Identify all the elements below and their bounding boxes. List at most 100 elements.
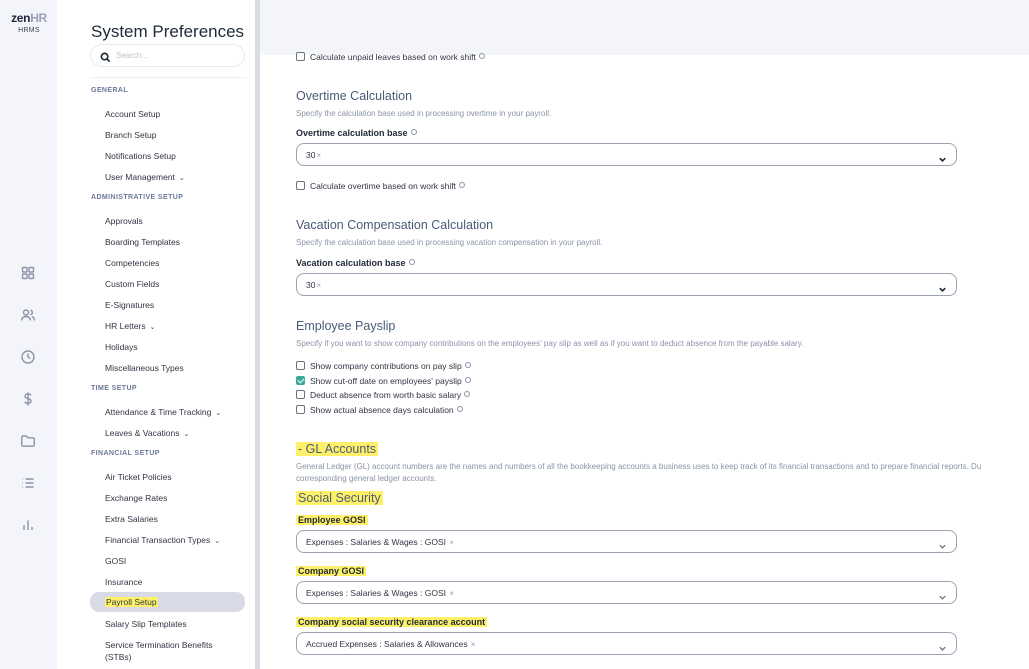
vacation-base-select[interactable]: 30× — [296, 273, 957, 296]
sidebar-item-gosi[interactable]: GOSI — [105, 556, 126, 566]
info-icon[interactable] — [456, 406, 463, 412]
gl-accounts-desc-line2: corresponding general ledger accounts. — [296, 474, 437, 483]
selected-tag-text: Expenses : Salaries & Wages : GOSI — [306, 588, 446, 598]
info-icon[interactable] — [408, 259, 415, 265]
checkbox-checked-box[interactable] — [296, 376, 305, 385]
remove-tag-icon[interactable]: × — [447, 538, 454, 547]
folder-icon[interactable] — [20, 433, 36, 449]
info-icon[interactable] — [464, 391, 471, 397]
employee-gosi-select[interactable]: Expenses : Salaries & Wages : GOSI × — [296, 530, 957, 553]
info-icon[interactable] — [464, 377, 471, 383]
sidebar-item-hr-letters[interactable]: HR Letters ⌄ — [105, 321, 156, 331]
chevron-down-icon[interactable] — [938, 281, 947, 292]
remove-tag-icon[interactable]: × — [316, 151, 321, 160]
sidebar-item-label: Service Termination Benefits — [105, 640, 213, 650]
remove-tag-icon[interactable]: × — [447, 589, 454, 598]
dollar-icon[interactable] — [20, 391, 36, 407]
info-icon[interactable] — [464, 362, 471, 368]
unpaid-leaves-work-shift-checkbox[interactable]: Calculate unpaid leaves based on work sh… — [296, 52, 485, 62]
selected-tag: Expenses : Salaries & Wages : GOSI × — [306, 537, 454, 547]
sidebar-item-label: Financial Transaction Types — [105, 535, 211, 545]
sidebar-item-salary-slip-templates[interactable]: Salary Slip Templates — [105, 619, 187, 629]
cut-off-date-checkbox[interactable]: Show cut-off date on employees' payslip — [296, 376, 471, 386]
sidebar-item-exchange-rates[interactable]: Exchange Rates — [105, 493, 167, 503]
sidebar-item-boarding-templates[interactable]: Boarding Templates — [105, 237, 180, 247]
company-contributions-checkbox[interactable]: Show company contributions on pay slip — [296, 361, 471, 371]
checkbox-box[interactable] — [296, 52, 305, 61]
selected-tag-text: Accrued Expenses : Salaries & Allowances — [306, 639, 468, 649]
chevron-down-icon[interactable] — [938, 589, 947, 600]
checkbox-box[interactable] — [296, 390, 305, 399]
chevron-down-icon: ⌄ — [178, 175, 185, 182]
icon-rail: zenHR HRMS — [0, 0, 57, 669]
info-icon[interactable] — [478, 53, 485, 59]
sidebar-item-attendance[interactable]: Attendance & Time Tracking ⌄ — [105, 407, 221, 417]
field-label-text: Overtime calculation base — [296, 128, 408, 138]
vacation-section-title: Vacation Compensation Calculation — [296, 218, 494, 232]
sidebar-item-miscellaneous-types[interactable]: Miscellaneous Types — [105, 363, 184, 373]
zenhr-logo[interactable]: zenHR HRMS — [8, 11, 50, 34]
company-gosi-label: Company GOSI — [296, 566, 367, 576]
sidebar-item-branch-setup[interactable]: Branch Setup — [105, 130, 157, 140]
field-label-text: Company GOSI — [296, 566, 367, 576]
sidebar-item-e-signatures[interactable]: E-Signatures — [105, 300, 154, 310]
checkbox-box[interactable] — [296, 361, 305, 370]
actual-absence-checkbox[interactable]: Show actual absence days calculation — [296, 405, 463, 415]
sidebar-item-custom-fields[interactable]: Custom Fields — [105, 279, 159, 289]
checkbox-label: Show actual absence days calculation — [310, 405, 454, 415]
clock-icon[interactable] — [20, 349, 36, 365]
sidebar-item-air-ticket-policies[interactable]: Air Ticket Policies — [105, 472, 172, 482]
checkbox-box[interactable] — [296, 405, 305, 414]
checkbox-label: Deduct absence from worth basic salary — [310, 390, 462, 400]
users-icon[interactable] — [20, 307, 36, 323]
chevron-down-icon[interactable] — [938, 640, 947, 651]
info-icon[interactable] — [410, 129, 417, 135]
social-security-title-text: Social Security — [296, 491, 383, 505]
overtime-work-shift-checkbox[interactable]: Calculate overtime based on work shift — [296, 181, 465, 191]
logo-accent-text: HR — [30, 11, 47, 25]
sidebar-item-leaves[interactable]: Leaves & Vacations ⌄ — [105, 428, 189, 438]
sidebar-search-input[interactable]: Search... — [90, 44, 245, 67]
chevron-down-icon: ⌄ — [214, 538, 221, 545]
sidebar-item-account-setup[interactable]: Account Setup — [105, 109, 160, 119]
top-bar — [260, 0, 1029, 55]
chevron-down-icon[interactable] — [938, 151, 947, 162]
sidebar-title: System Preferences — [91, 22, 245, 41]
sidebar-item-notifications-setup[interactable]: Notifications Setup — [105, 151, 176, 161]
overtime-section-desc: Specify the calculation base used in pro… — [296, 109, 552, 118]
chevron-down-icon[interactable] — [938, 538, 947, 549]
sidebar-item-competencies[interactable]: Competencies — [105, 258, 159, 268]
selected-tag: 30× — [306, 150, 321, 160]
section-time-setup: TIME SETUP — [91, 385, 138, 392]
checkbox-label: Calculate unpaid leaves based on work sh… — [310, 52, 476, 62]
chevron-down-icon: ⌄ — [183, 431, 190, 438]
list-icon[interactable] — [20, 475, 36, 491]
deduct-absence-checkbox[interactable]: Deduct absence from worth basic salary — [296, 390, 471, 400]
overtime-section-title: Overtime Calculation — [296, 89, 413, 103]
sidebar-item-payroll-setup[interactable]: Payroll Setup — [90, 592, 245, 612]
sidebar-item-holidays[interactable]: Holidays — [105, 342, 138, 352]
logo-main-text: zen — [11, 11, 31, 25]
clearance-account-select[interactable]: Accrued Expenses : Salaries & Allowances… — [296, 632, 957, 655]
sidebar-item-extra-salaries[interactable]: Extra Salaries — [105, 514, 158, 524]
sidebar-item-insurance[interactable]: Insurance — [105, 577, 142, 587]
checkbox-box[interactable] — [296, 181, 305, 190]
selected-tag: Accrued Expenses : Salaries & Allowances… — [306, 639, 476, 649]
overtime-base-select[interactable]: 30× — [296, 143, 957, 166]
remove-tag-icon[interactable]: × — [469, 640, 476, 649]
remove-tag-icon[interactable]: × — [316, 281, 321, 290]
payslip-section-desc: Specify if you want to show company cont… — [296, 339, 804, 348]
sidebar-item-financial-transaction-types[interactable]: Financial Transaction Types ⌄ — [105, 535, 220, 545]
section-general: GENERAL — [91, 87, 129, 94]
info-icon[interactable] — [459, 182, 465, 188]
sidebar-item-service-termination-benefits[interactable]: Service Termination Benefits (STBs) — [105, 640, 213, 662]
gl-accounts-title[interactable]: - GL Accounts — [296, 442, 379, 456]
grid-icon[interactable] — [20, 265, 36, 281]
section-administrative-setup: ADMINISTRATIVE SETUP — [91, 194, 184, 201]
company-gosi-select[interactable]: Expenses : Salaries & Wages : GOSI × — [296, 581, 957, 604]
sidebar-item-approvals[interactable]: Approvals — [105, 216, 143, 226]
social-security-title: Social Security — [296, 491, 383, 505]
checkbox-label: Show cut-off date on employees' payslip — [310, 376, 462, 386]
sidebar-item-user-management[interactable]: User Management ⌄ — [105, 172, 185, 182]
bar-chart-icon[interactable] — [20, 517, 36, 533]
